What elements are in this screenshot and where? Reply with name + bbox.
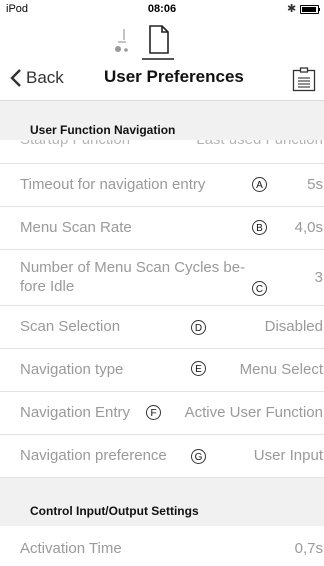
list-item-scan-selection[interactable]: Scan Selection D Disabled [0,306,324,349]
section-header-navigation: User Function Navigation [0,101,324,141]
row-value: Disabled [264,318,323,335]
marker-f: F [146,405,161,420]
section-title: User Function Navigation [30,123,176,137]
marker-a: A [252,177,267,192]
list-item-navigation-entry[interactable]: Navigation Entry F Active User Function [0,392,324,435]
marker-g: G [191,449,206,464]
wheelchair-icon [115,29,128,52]
navigation-bar: Back User Preferences [0,60,324,101]
row-value: 0,7s [294,540,323,557]
row-label: Navigation preference [20,447,167,464]
row-value: 5s [307,176,323,193]
row-label: Scan Selection [20,318,121,335]
list-item-startup-function[interactable]: Startup Function Last used Function [0,140,324,164]
document-icon [149,25,169,54]
marker-b: B [252,220,267,235]
marker-e: E [191,361,206,376]
tab-wheelchair[interactable] [100,20,140,60]
row-label: Menu Scan Rate [20,219,132,236]
row-label-line2: fore Idle [20,278,75,295]
chevron-left-icon [10,69,21,87]
section-header-control-io: Control Input/Output Settings [0,478,324,526]
section-title: Control Input/Output Settings [30,504,199,518]
back-button[interactable]: Back [10,68,64,88]
page-title: User Preferences [104,67,244,86]
list-item-activation-time[interactable]: Activation Time 0,7s [0,527,324,566]
list-item-navigation-preference[interactable]: Navigation preference G User Input [0,435,324,478]
list-item-navigation-type[interactable]: Navigation type E Menu Select [0,349,324,392]
row-label: Activation Time [20,540,122,557]
row-label: Navigation Entry [20,404,131,421]
row-value: User Input [253,447,323,464]
list-item-timeout-navigation-entry[interactable]: Timeout for navigation entry A 5s [0,164,324,207]
mode-tabs [0,20,324,60]
export-button[interactable] [292,66,316,92]
marker-c: C [252,281,267,296]
list-item-menu-scan-cycles[interactable]: Number of Menu Scan Cycles be- fore Idle… [0,250,324,306]
row-label: Timeout for navigation entry [20,176,206,193]
row-label: Startup Function [20,140,130,148]
status-bar: iPod 08:06 ✱ [0,0,324,20]
marker-d: D [191,320,206,335]
row-value: Active User Function [184,404,323,421]
row-value: Last used Function [196,140,323,148]
battery-icon [300,5,320,14]
row-value: 4,0s [294,219,323,236]
list-item-menu-scan-rate[interactable]: Menu Scan Rate B 4,0s [0,207,324,250]
back-label: Back [26,68,64,87]
export-document-icon [292,67,316,92]
bluetooth-icon: ✱ [287,3,297,15]
tab-user-preferences[interactable] [138,20,178,60]
row-value: Menu Select [239,361,323,378]
row-value: 3 [314,269,323,286]
row-label: Navigation type [20,361,124,378]
status-time: 08:06 [147,3,177,15]
row-label-line1: Number of Menu Scan Cycles be- [20,259,246,276]
